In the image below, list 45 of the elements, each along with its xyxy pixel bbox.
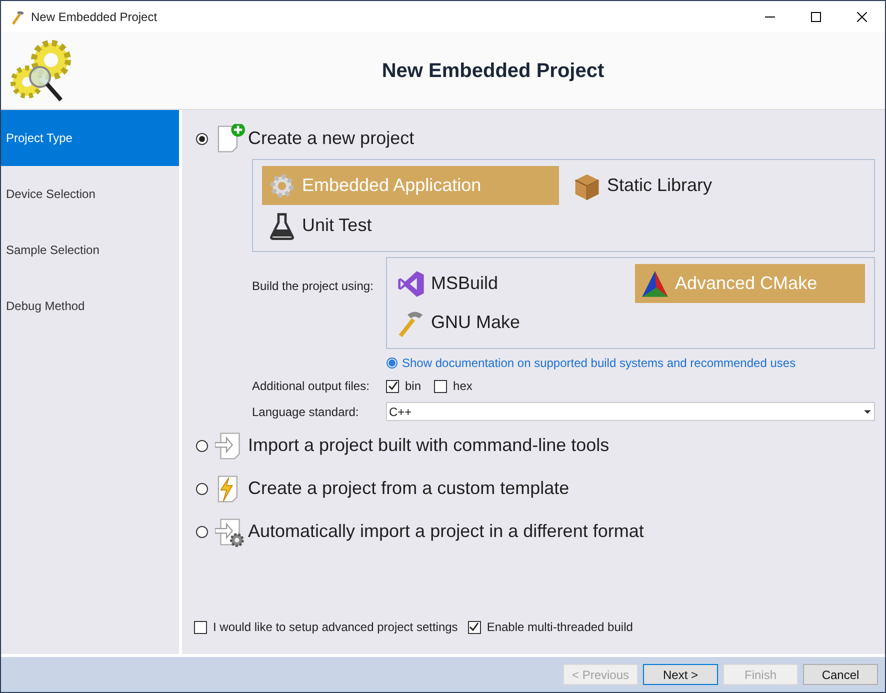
checkbox-label: bin [405, 378, 422, 395]
tile-option[interactable]: MSBuild [391, 264, 504, 303]
sidebar-item[interactable]: Project Type [1, 110, 179, 166]
help-icon [386, 357, 398, 369]
new-page-icon [215, 124, 245, 154]
checkbox-label: I would like to setup advanced project settings [213, 619, 458, 636]
checkbox-label: hex [453, 378, 472, 395]
hammer-icon [10, 8, 26, 24]
tile-option[interactable]: Unit Test [262, 206, 378, 245]
flask-icon [268, 212, 296, 240]
checkbox[interactable] [434, 380, 448, 392]
checkbox[interactable] [386, 380, 399, 392]
radio-button[interactable] [196, 132, 208, 144]
option-label[interactable]: Create a new project [248, 125, 414, 152]
gear-icon [268, 172, 296, 200]
language-dropdown[interactable]: C++ [386, 402, 875, 421]
radio-button[interactable] [196, 482, 208, 494]
dropdown-arrow-icon [864, 410, 871, 414]
sidebar-item[interactable]: Sample Selection [1, 222, 179, 278]
option-label[interactable]: Import a project built with command-line tools [248, 432, 610, 459]
field-label: Additional output files: [252, 378, 370, 395]
checkbox[interactable] [194, 620, 207, 634]
window-title: New Embedded Project [31, 8, 158, 26]
msbuild-icon [397, 270, 425, 298]
checkbox[interactable] [468, 620, 481, 634]
triangle-icon [641, 270, 669, 298]
radio-button[interactable] [196, 440, 208, 452]
checkbox-label: Enable multi-threaded build [486, 619, 633, 636]
field-label: Language standard: [252, 404, 360, 420]
header-title: New Embedded Project [380, 58, 606, 84]
option-label[interactable]: Create a project from a custom template [248, 475, 570, 502]
tile-option[interactable]: Static Library [567, 166, 718, 205]
option-label[interactable]: Automatically import a project in a different format [248, 518, 644, 545]
close-icon [857, 12, 867, 22]
documentation-link[interactable]: Show documentation on supported build systems and recommended uses [402, 354, 796, 372]
maximize-icon [811, 12, 821, 22]
dialog-button[interactable]: Cancel [803, 664, 878, 685]
box-icon [573, 172, 601, 200]
sidebar-item[interactable]: Device Selection [1, 166, 179, 222]
field-label: Build the project using: [252, 278, 374, 295]
sidebar-item[interactable]: Debug Method [1, 278, 179, 334]
tile-option[interactable]: GNU Make [391, 303, 526, 342]
radio-button[interactable] [196, 526, 208, 538]
import-gear-page-icon [215, 516, 245, 546]
dialog-button[interactable]: Next > [643, 664, 718, 685]
